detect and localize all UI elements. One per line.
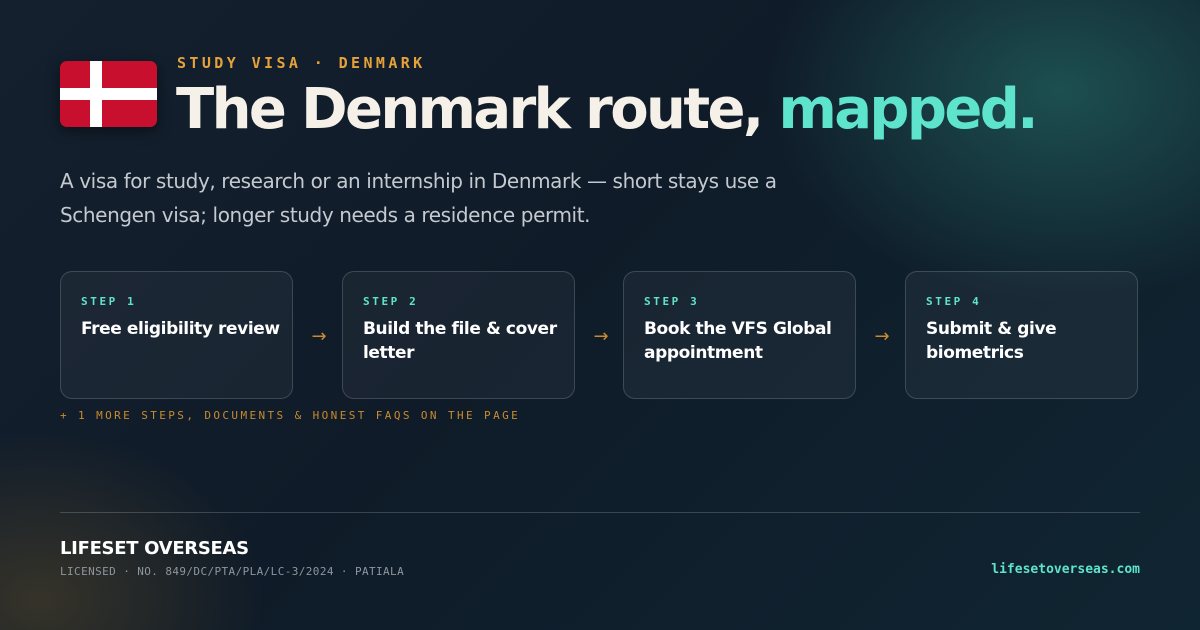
brand-name: LIFESET OVERSEAS [60, 538, 249, 559]
step-card-3: STEP 3 Book the VFS Global appointment [623, 271, 856, 399]
more-steps-note: + 1 MORE STEPS, DOCUMENTS & HONEST FAQS … [60, 409, 521, 422]
step-title: Free eligibility review [81, 319, 280, 339]
step-label: STEP 3 [644, 295, 700, 308]
flag-cross-horizontal [60, 88, 157, 100]
step-title: Build the file & cover letter [363, 319, 557, 363]
headline-main: The Denmark route, [176, 77, 764, 142]
page-title: The Denmark route, mapped. [176, 76, 1039, 144]
arrow-right-icon: → [311, 326, 327, 347]
license-text: LICENSED · NO. 849/DC/PTA/PLA/LC-3/2024 … [60, 565, 405, 578]
step-title: Book the VFS Global appointment [644, 319, 832, 363]
denmark-flag-icon [60, 61, 157, 127]
step-title: Submit & give biometrics [926, 319, 1057, 363]
step-label: STEP 4 [926, 295, 982, 308]
step-card-2: STEP 2 Build the file & cover letter [342, 271, 575, 399]
footer-divider [60, 512, 1140, 513]
headline-accent: mapped. [778, 77, 1038, 142]
step-label: STEP 1 [81, 295, 137, 308]
eyebrow-label: STUDY VISA · DENMARK [177, 54, 426, 72]
step-label: STEP 2 [363, 295, 419, 308]
step-card-4: STEP 4 Submit & give biometrics [905, 271, 1138, 399]
website-link[interactable]: lifesetoverseas.com [991, 562, 1140, 577]
page-subtitle: A visa for study, research or an interns… [60, 169, 777, 227]
step-card-1: STEP 1 Free eligibility review [60, 271, 293, 399]
arrow-right-icon: → [874, 326, 890, 347]
arrow-right-icon: → [593, 326, 609, 347]
